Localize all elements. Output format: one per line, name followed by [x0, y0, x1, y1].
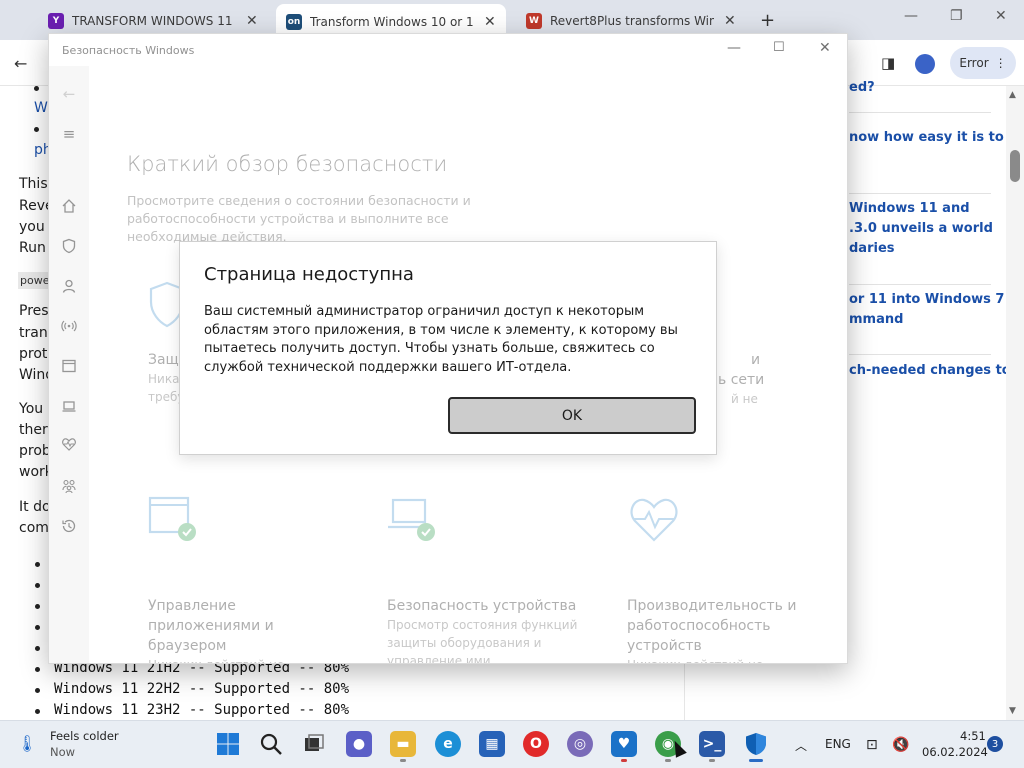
site-favicon-icon: Y	[48, 13, 64, 29]
scroll-thumb[interactable]	[1010, 150, 1020, 182]
page-text-fragment: You	[19, 401, 44, 417]
list-bullet	[35, 667, 40, 672]
tab-title: Revert8Plus transforms Window	[550, 14, 714, 28]
page-text-fragment: ther	[19, 422, 48, 438]
thermometer-icon[interactable]: 🌡	[17, 734, 37, 753]
minimize-icon[interactable]: —	[904, 8, 918, 24]
edge-browser-icon[interactable]: e	[435, 731, 461, 757]
network-icon[interactable]: ⊡	[866, 737, 878, 753]
windows-security-shield-icon[interactable]	[743, 731, 769, 757]
list-bullet	[35, 583, 40, 588]
divider	[849, 354, 991, 355]
related-article-link[interactable]: Windows 11 and	[849, 199, 970, 219]
running-indicator	[709, 759, 715, 762]
page-text-fragment: tran	[19, 325, 48, 341]
split-screen-icon[interactable]: ◨	[881, 54, 895, 72]
tab-title: Transform Windows 10 or 11 in	[310, 15, 474, 29]
code-snippet: powe	[18, 272, 52, 289]
page-text-fragment: you	[19, 219, 45, 235]
clock-time[interactable]: 4:51	[960, 729, 986, 743]
page-text-fragment: prot	[19, 346, 48, 362]
close-tab-icon[interactable]: ✕	[724, 13, 736, 29]
related-article-link[interactable]: daries	[849, 239, 895, 259]
related-article-link[interactable]: .3.0 unveils a world	[849, 219, 993, 239]
clock-date[interactable]: 06.02.2024	[922, 745, 988, 759]
browser-tab-1[interactable]: Y TRANSFORM WINDOWS 11 TO ✕	[38, 6, 268, 36]
close-tab-icon[interactable]: ✕	[484, 14, 496, 30]
os-support-line: Windows 11 22H2 -- Supported -- 80%	[54, 681, 350, 697]
list-bullet	[35, 646, 40, 651]
site-favicon-icon: W	[526, 13, 542, 29]
list-bullet	[34, 127, 39, 132]
list-bullet	[35, 625, 40, 630]
related-article-link[interactable]: ch-needed changes to	[849, 361, 1011, 381]
back-arrow-icon[interactable]: ←	[14, 54, 27, 73]
page-text-fragment: prob	[19, 443, 51, 459]
more-options-icon: ⋮	[994, 56, 1007, 70]
site-favicon-icon: on	[286, 14, 302, 30]
page-text-fragment: Run	[19, 240, 46, 256]
divider	[849, 193, 991, 194]
weather-subtitle[interactable]: Now	[50, 745, 75, 759]
page-text-fragment: This	[19, 176, 48, 192]
divider	[849, 112, 991, 113]
related-article-link[interactable]: ed?	[849, 78, 875, 98]
page-text-fragment: It do	[19, 499, 51, 515]
search-icon[interactable]	[258, 731, 284, 757]
running-indicator	[400, 759, 406, 762]
powershell-icon[interactable]: >_	[699, 731, 725, 757]
os-support-line: Windows 11 23H2 -- Supported -- 80%	[54, 702, 350, 718]
chevron-up-icon[interactable]: ︿	[795, 737, 807, 754]
list-bullet	[35, 562, 40, 567]
running-indicator	[665, 759, 671, 762]
related-article-link[interactable]: mmand	[849, 310, 903, 330]
active-indicator	[749, 759, 763, 762]
volume-muted-icon[interactable]: 🔇	[892, 737, 909, 753]
chat-icon[interactable]: ●	[346, 731, 372, 757]
notification-badge[interactable]: 3	[987, 736, 1003, 752]
error-button[interactable]: Error ⋮	[950, 47, 1016, 79]
opera-browser-icon[interactable]: O	[523, 731, 549, 757]
page-text-fragment: Pres	[19, 303, 49, 319]
page-unavailable-dialog: Страница недоступна Ваш системный админи…	[179, 241, 717, 455]
language-indicator[interactable]: ENG	[825, 737, 851, 751]
close-window-icon[interactable]: ✕	[995, 8, 1007, 24]
monitor-app-icon[interactable]: ♥	[611, 731, 637, 757]
tab-title: TRANSFORM WINDOWS 11 TO	[72, 14, 236, 28]
close-tab-icon[interactable]: ✕	[246, 13, 258, 29]
dialog-message: Ваш системный администратор ограничил до…	[204, 304, 678, 375]
error-label: Error	[959, 56, 989, 70]
scroll-down-icon[interactable]: ▼	[1009, 706, 1016, 716]
file-explorer-icon[interactable]: ▬	[390, 731, 416, 757]
related-article-link[interactable]: or 11 into Windows 7	[849, 290, 1004, 310]
list-bullet	[34, 86, 39, 91]
task-view-icon[interactable]	[301, 731, 327, 757]
start-windows-icon[interactable]	[215, 731, 241, 757]
page-text-fragment: com	[19, 520, 49, 536]
related-article-link[interactable]: now how easy it is to	[849, 128, 1004, 148]
new-tab-icon[interactable]: +	[760, 10, 775, 31]
weather-title[interactable]: Feels colder	[50, 729, 119, 743]
ok-button[interactable]: OK	[448, 397, 696, 434]
divider	[849, 284, 991, 285]
restore-icon[interactable]: ❐	[950, 8, 963, 24]
running-indicator	[621, 759, 627, 762]
browser-tab-3[interactable]: W Revert8Plus transforms Window ✕	[516, 6, 746, 36]
dialog-title: Страница недоступна	[204, 264, 414, 285]
network-app-icon[interactable]: ◎	[567, 731, 593, 757]
microsoft-store-icon[interactable]: ▦	[479, 731, 505, 757]
profile-avatar[interactable]	[915, 54, 935, 74]
scroll-up-icon[interactable]: ▲	[1009, 90, 1016, 100]
list-bullet	[35, 688, 40, 693]
list-bullet	[35, 709, 40, 714]
list-bullet	[35, 604, 40, 609]
